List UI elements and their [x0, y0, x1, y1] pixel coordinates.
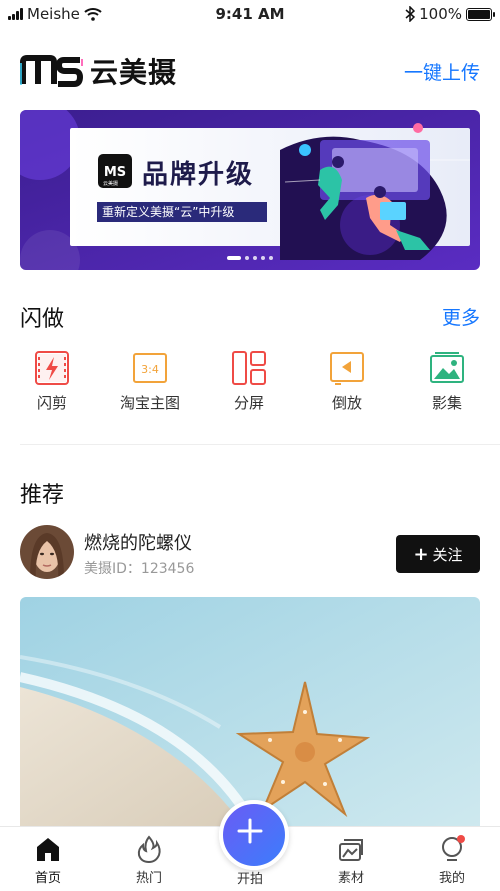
quick-item-label: 淘宝主图 — [119, 394, 180, 412]
app-title: 云美摄 — [90, 56, 178, 89]
quick-item-reverse[interactable]: 倒放 — [302, 350, 392, 413]
recommended-user: 燃烧的陀螺仪 美摄ID：123456 + 关注 — [20, 525, 480, 581]
tab-label: 素材 — [337, 871, 364, 886]
quick-item-taobao-main-image[interactable]: 3:4 淘宝主图 — [105, 350, 195, 413]
material-icon — [339, 839, 363, 861]
profile-icon — [442, 835, 465, 861]
user-name[interactable]: 燃烧的陀螺仪 — [84, 529, 192, 555]
recommend-section-title: 推荐 — [20, 483, 65, 508]
quick-actions: 闪剪 3:4 淘宝主图 分屏 倒放 影集 — [0, 350, 500, 420]
user-id: 美摄ID：123456 — [84, 561, 195, 577]
banner-dot[interactable] — [253, 256, 257, 260]
promo-banner[interactable]: MS 品牌升级 重新定义美摄“云”中升级 云美摄 — [20, 110, 480, 270]
notification-badge — [457, 835, 465, 843]
home-icon — [37, 838, 59, 861]
plus-icon — [237, 818, 263, 844]
more-button[interactable]: 更多 — [442, 303, 480, 330]
quick-item-label: 分屏 — [233, 394, 264, 412]
status-bar: Meishe 9:41 AM 100% — [0, 0, 500, 30]
follow-label: 关注 — [432, 545, 463, 564]
quick-item-split-screen[interactable]: 分屏 — [204, 350, 294, 413]
banner-subline: 重新定义美摄“云”中升级 — [102, 205, 235, 219]
plus-icon: + — [413, 543, 429, 565]
avatar-image — [20, 525, 74, 579]
tab-label-shoot: 开拍 — [236, 872, 263, 887]
banner-dot[interactable] — [261, 256, 265, 260]
tab-material[interactable]: 素材 — [316, 835, 386, 886]
tab-label: 热门 — [135, 871, 162, 886]
ratio-text: 3:4 — [141, 363, 159, 376]
section-divider — [20, 444, 500, 445]
bluetooth-icon — [405, 6, 416, 22]
album-icon — [430, 352, 464, 383]
quick-item-flash-cut[interactable]: 闪剪 — [7, 350, 97, 413]
ratio-3-4-icon: 3:4 — [133, 353, 167, 383]
tab-label: 首页 — [34, 871, 61, 886]
banner-dot[interactable] — [269, 256, 273, 260]
banner-pagination[interactable] — [20, 256, 480, 260]
quick-section-title: 闪做 — [20, 307, 65, 332]
tab-hot[interactable]: 热门 — [114, 835, 184, 886]
status-right: 100% — [405, 5, 495, 23]
quick-item-album[interactable]: 影集 — [402, 350, 492, 413]
quick-item-label: 影集 — [431, 394, 462, 412]
reverse-play-icon — [330, 352, 364, 385]
quick-item-label: 倒放 — [331, 394, 362, 412]
flash-cut-icon — [35, 351, 69, 385]
quick-item-label: 闪剪 — [36, 394, 67, 412]
banner-logo-caption: 云美摄 — [103, 181, 119, 187]
tab-profile[interactable]: 我的 — [417, 835, 487, 886]
tab-label: 我的 — [438, 871, 465, 886]
follow-button[interactable]: + 关注 — [396, 535, 480, 573]
tab-home[interactable]: 首页 — [13, 835, 83, 886]
avatar[interactable] — [20, 525, 74, 579]
shoot-button[interactable] — [219, 800, 289, 870]
svg-text:MS: MS — [104, 165, 126, 180]
flame-icon — [137, 835, 161, 863]
battery-icon — [466, 7, 495, 21]
one-click-upload-button[interactable]: 一键上传 — [404, 58, 480, 85]
banner-headline: 品牌升级 — [142, 160, 255, 190]
ms-logo-icon — [20, 55, 84, 87]
banner-dot[interactable] — [245, 256, 249, 260]
brand: 云美摄 — [20, 51, 177, 91]
split-screen-icon — [232, 351, 266, 385]
banner-dot[interactable] — [227, 256, 241, 260]
app-header: 云美摄 一键上传 — [20, 48, 480, 94]
battery-percent: 100% — [419, 5, 462, 23]
